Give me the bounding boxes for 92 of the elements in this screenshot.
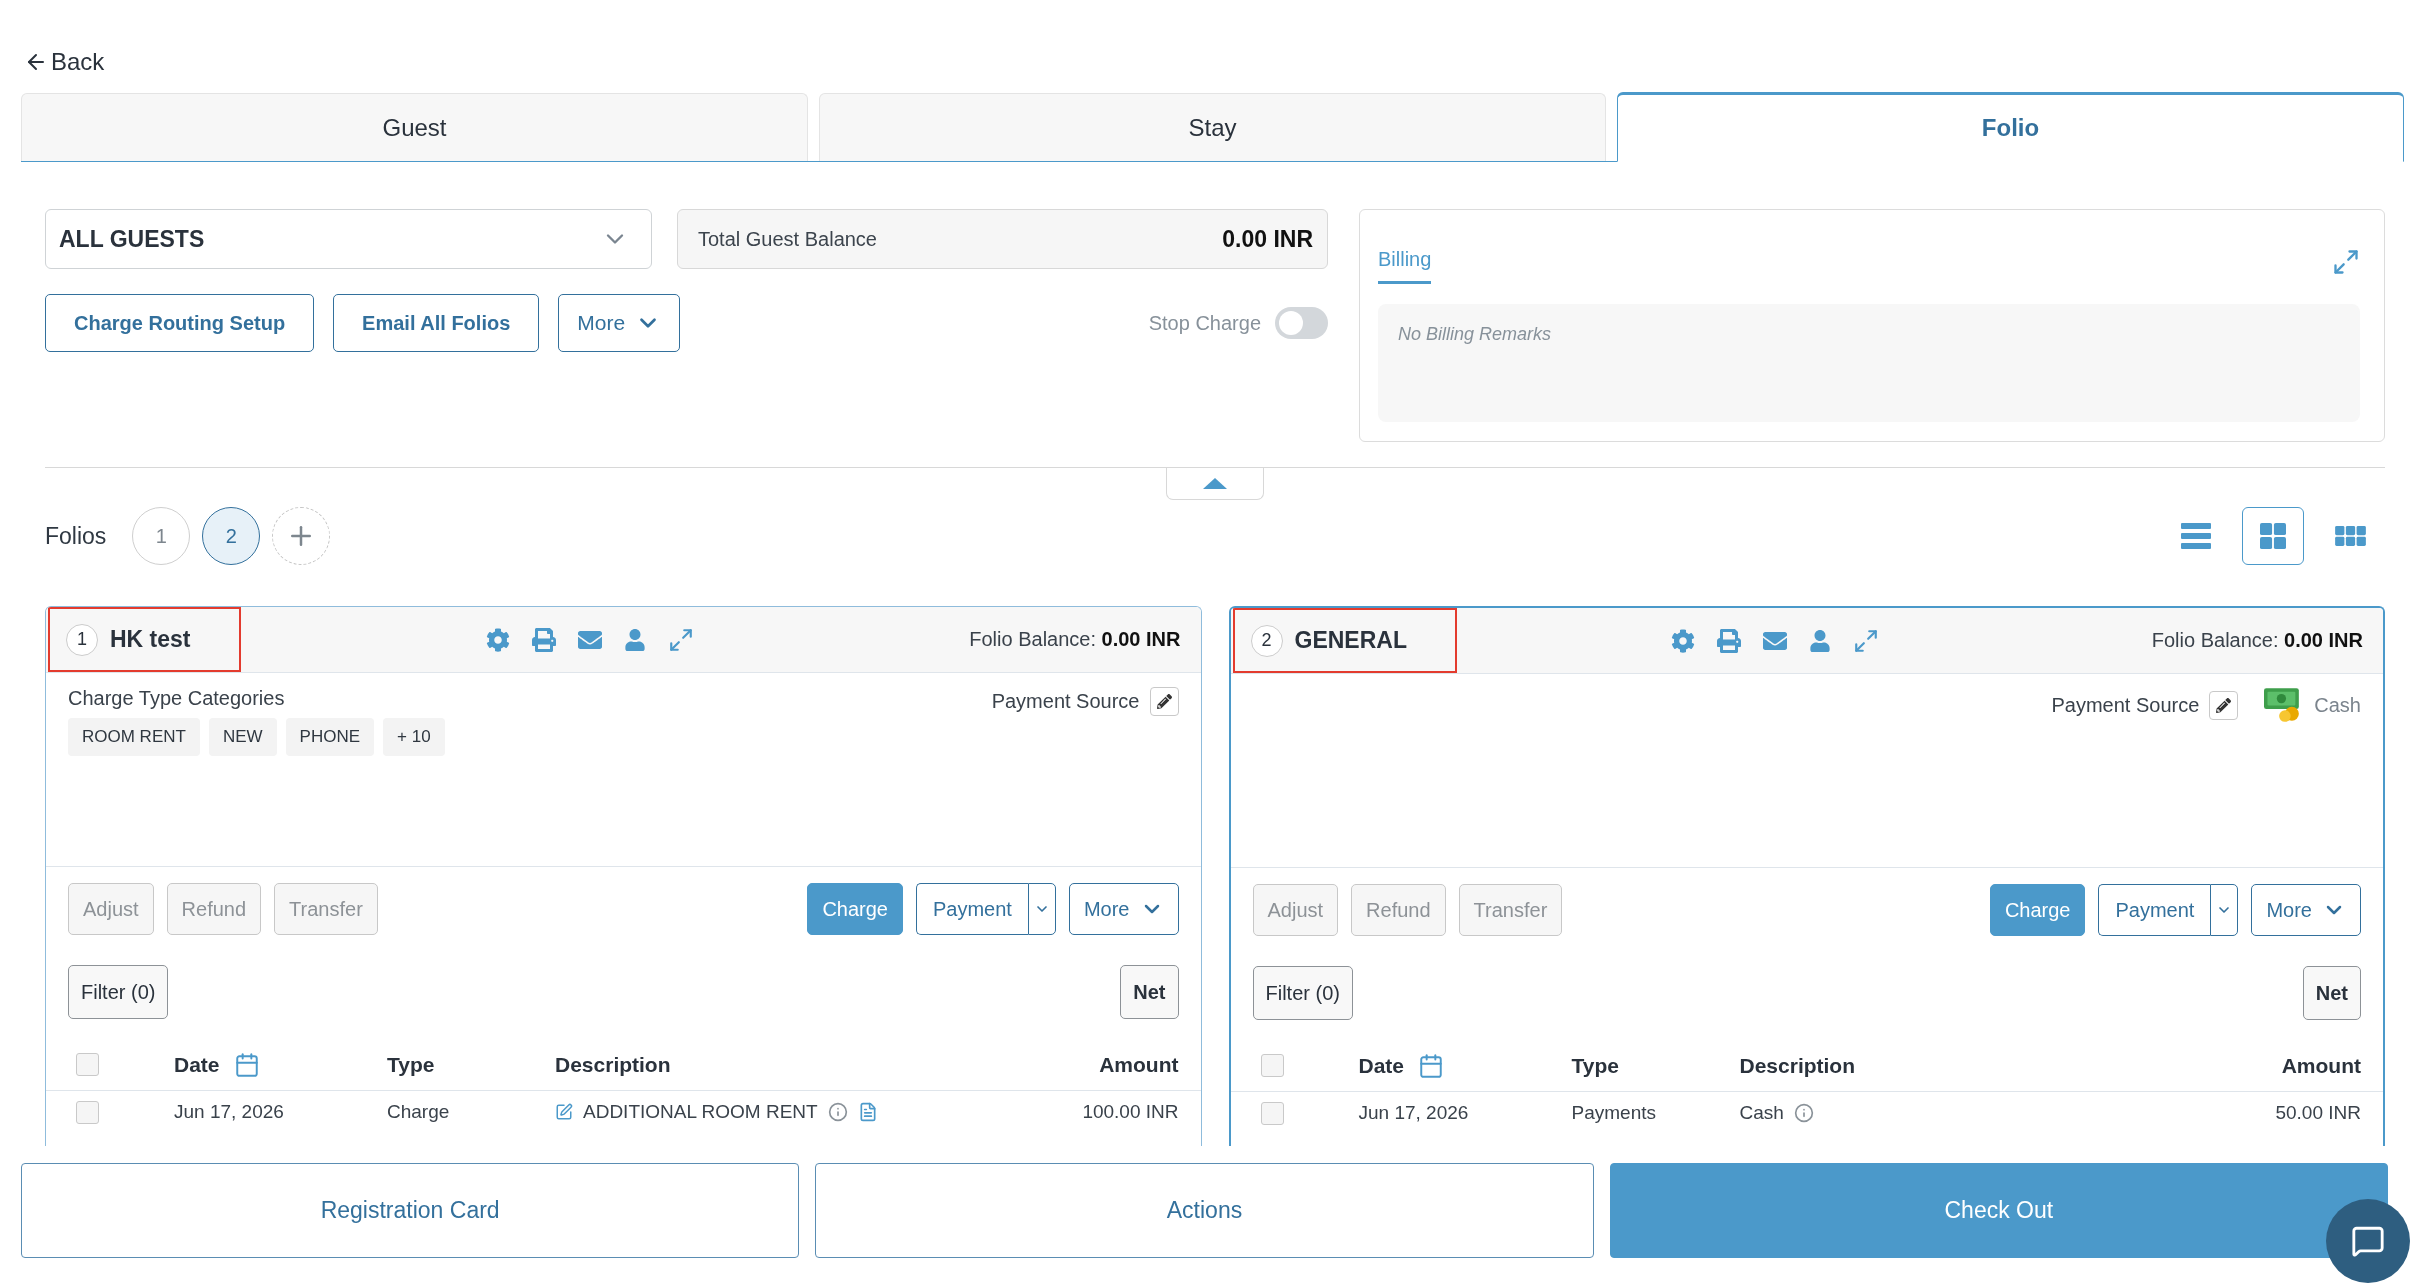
type-cell-text: Charge (387, 1101, 451, 1123)
info-icon[interactable] (1793, 1103, 1814, 1123)
select-all-checkbox[interactable] (1260, 1054, 1284, 1077)
pencil-icon (2216, 697, 2232, 713)
folio-picker-button[interactable]: 1 (132, 507, 191, 565)
folios-label: Folios (45, 522, 107, 550)
date-cell-text: Jun 17, 2026 (1358, 1102, 1470, 1124)
tab[interactable]: Guest (21, 93, 808, 161)
back-link[interactable]: Back (24, 45, 105, 79)
calendar-icon[interactable] (233, 1051, 260, 1078)
remarks-text: No Billing Remarks (1398, 324, 1552, 344)
printer-icon[interactable] (1716, 628, 1741, 653)
expand-icon[interactable] (2332, 248, 2360, 276)
tab[interactable]: Stay (819, 93, 1606, 161)
expand-icon[interactable] (668, 626, 694, 653)
categories-label: Charge Type Categories (68, 687, 285, 710)
action-button[interactable]: Charge (1989, 884, 2086, 936)
category-tag: PHONE (285, 718, 375, 756)
folio-balance: Folio Balance: 0.00 INR (2151, 629, 2363, 652)
column-header: Description (555, 1052, 672, 1077)
column-header: Type (1571, 1053, 1620, 1078)
description-cell: ADDITIONAL ROOM RENT (583, 1101, 818, 1123)
settings-icon[interactable] (1670, 628, 1695, 653)
collapse-button[interactable] (1166, 468, 1264, 500)
folio-number: 1 (66, 623, 98, 656)
filter-button[interactable]: Filter (0) (1252, 966, 1353, 1020)
net-button[interactable]: Net (1120, 965, 1179, 1019)
billing-tab[interactable]: Billing (1378, 228, 1432, 284)
more-menu-button[interactable]: More (2251, 884, 2361, 936)
column-header: Description (1739, 1053, 1857, 1078)
folio-name: HK test (110, 626, 191, 653)
stop-charge-label: Stop Charge (1148, 311, 1261, 335)
row-checkbox[interactable] (76, 1100, 99, 1124)
person-icon[interactable] (624, 628, 646, 651)
folio-name: GENERAL (1294, 627, 1407, 654)
tab[interactable]: Folio (1617, 92, 2404, 162)
action-button[interactable]: Charge (807, 883, 903, 935)
footer-button[interactable]: Actions (815, 1163, 1594, 1258)
amount-cell: 50.00 INR (2275, 1102, 2361, 1124)
expand-icon[interactable] (1852, 627, 1879, 654)
folio-number: 2 (1250, 624, 1283, 657)
total-balance-value: 0.00 INR (1222, 225, 1313, 253)
payment-menu-button[interactable] (2210, 884, 2239, 936)
guest-select[interactable]: ALL GUESTS (45, 209, 652, 269)
net-button[interactable]: Net (2302, 966, 2361, 1020)
printer-icon[interactable] (532, 627, 556, 652)
date-cell-text: Jun 17, 2026 (174, 1101, 285, 1123)
action-button[interactable]: Email All Folios (333, 294, 540, 352)
folio-picker-button[interactable]: 2 (202, 507, 261, 565)
payment-source-label: Payment Source (2051, 693, 2200, 717)
more-menu-button[interactable]: More (558, 294, 681, 352)
payment-button[interactable]: Payment (2098, 884, 2211, 936)
footer-button[interactable]: Check Out (1609, 1163, 2388, 1258)
payment-source-label: Payment Source (991, 690, 1140, 713)
type-cell-text: Payments (1571, 1102, 1657, 1124)
description-cell: Cash (1739, 1102, 1784, 1124)
select-all-checkbox[interactable] (76, 1053, 99, 1076)
grid-view-icon (2260, 523, 2286, 549)
footer-button[interactable]: Registration Card (21, 1163, 800, 1258)
pencil-icon (1156, 694, 1172, 709)
dense-grid-icon (2334, 526, 2366, 546)
view-mode-button[interactable] (2242, 507, 2304, 565)
settings-icon[interactable] (486, 627, 510, 652)
list-view-icon (2181, 523, 2211, 549)
payment-button[interactable]: Payment (916, 883, 1028, 935)
action-button[interactable]: Charge Routing Setup (45, 294, 315, 352)
edit-icon[interactable] (555, 1103, 573, 1121)
more-menu-button[interactable]: More (1068, 883, 1179, 935)
row-checkbox[interactable] (1260, 1101, 1284, 1125)
calendar-icon[interactable] (1418, 1052, 1445, 1079)
filter-button[interactable]: Filter (0) (68, 965, 169, 1019)
chat-icon (2351, 1224, 2385, 1258)
column-header: Amount (1099, 1052, 1179, 1077)
column-header: Date (1358, 1053, 1405, 1078)
total-balance-label: Total Guest Balance (698, 227, 877, 251)
edit-button[interactable] (2209, 690, 2239, 720)
column-header: Type (387, 1052, 436, 1077)
category-tag: ROOM RENT (68, 718, 200, 756)
amount-cell: 100.00 INR (1082, 1101, 1179, 1123)
cash-icon (2264, 688, 2301, 722)
column-header: Date (174, 1052, 220, 1077)
caret-up-icon (1203, 478, 1227, 489)
folio-balance: Folio Balance: 0.00 INR (969, 628, 1181, 651)
info-icon[interactable] (827, 1102, 848, 1122)
category-tag: NEW (208, 718, 277, 756)
edit-button[interactable] (1149, 687, 1179, 716)
payment-source-value: Cash (2314, 693, 2361, 717)
column-header: Amount (2281, 1053, 2361, 1078)
category-tag: + 10 (383, 718, 445, 756)
payment-menu-button[interactable] (1027, 883, 1056, 935)
person-icon[interactable] (1808, 629, 1831, 652)
stop-charge-switch[interactable] (1275, 307, 1328, 339)
